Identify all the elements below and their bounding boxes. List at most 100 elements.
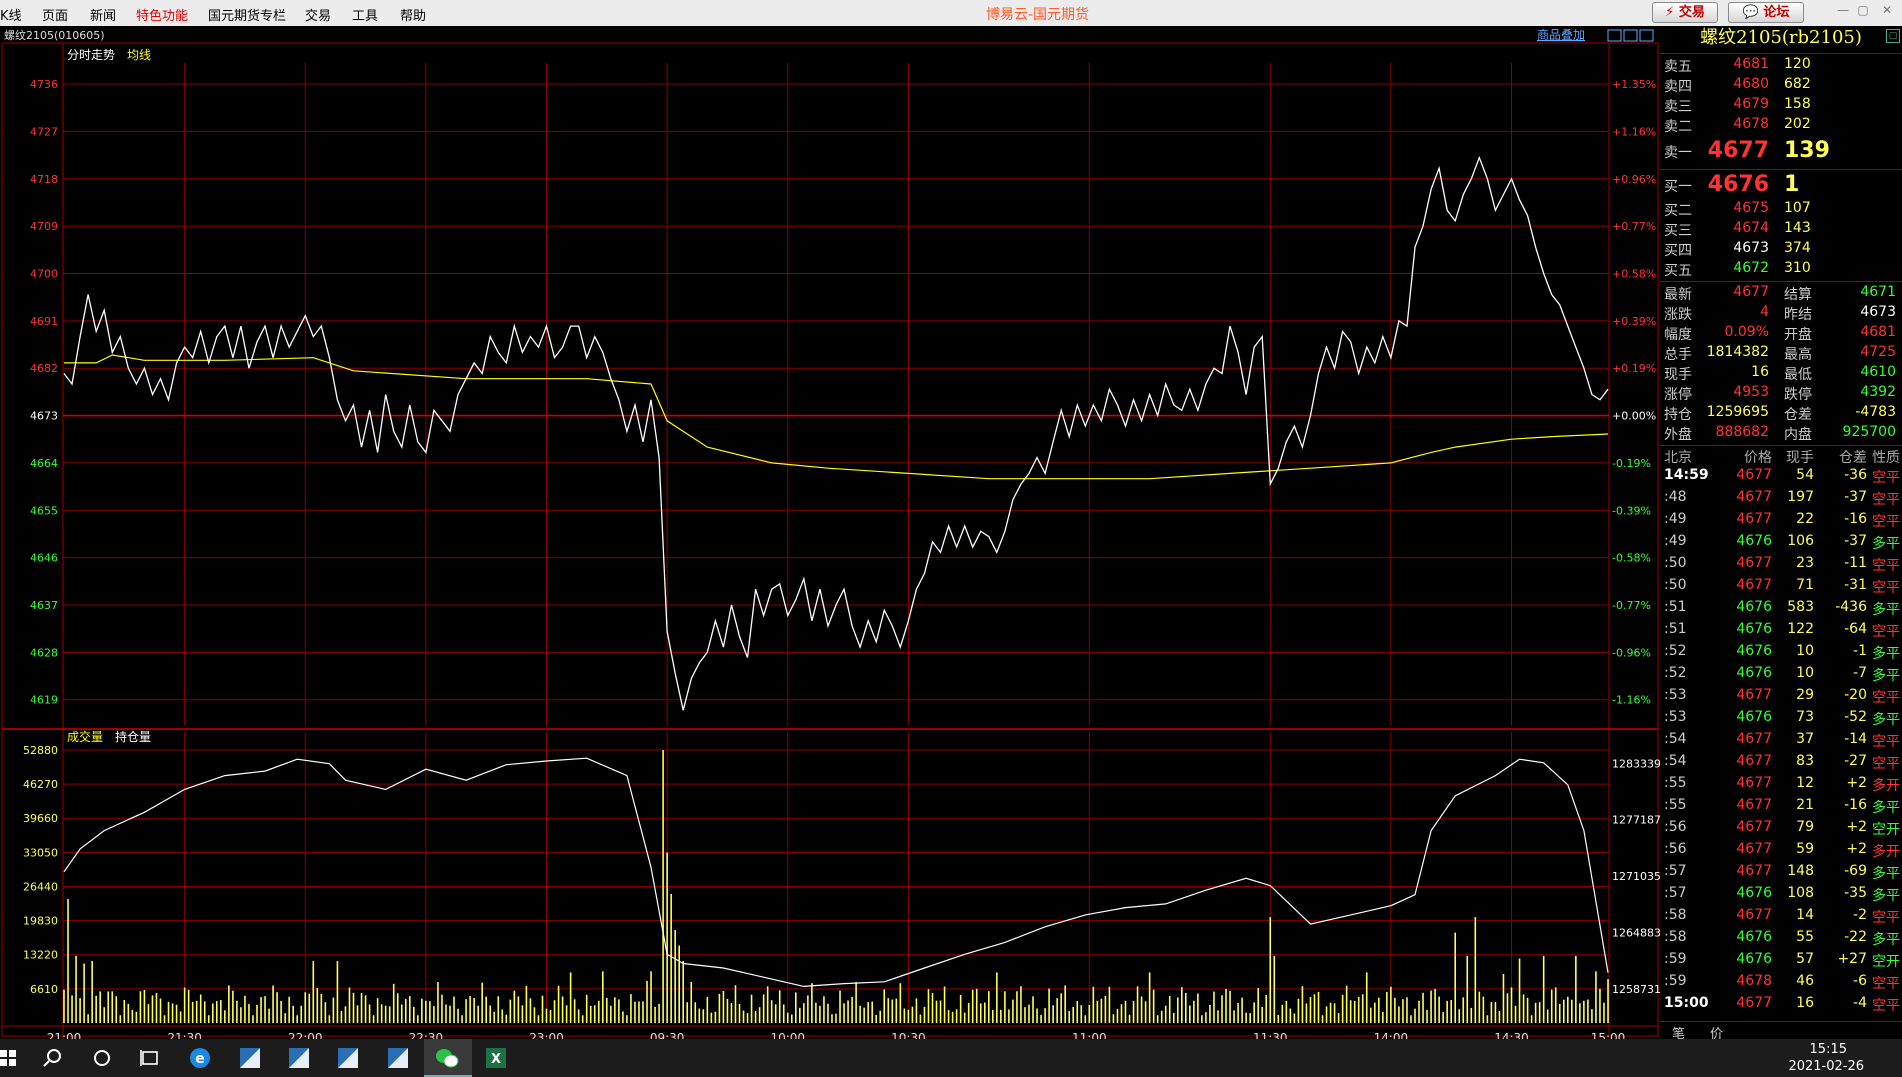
bids-vol: 1 bbox=[1784, 172, 1800, 197]
bids-row-3[interactable]: 买三 4674 143 bbox=[1660, 220, 1902, 240]
asks-row-3[interactable]: 卖三 4679 158 bbox=[1660, 96, 1902, 116]
bids-row-5[interactable]: 买五 4672 310 bbox=[1660, 260, 1902, 280]
menu-item-tools[interactable]: 工具 bbox=[352, 5, 378, 24]
tick-row[interactable]: :49 4677 22 -16 空平 bbox=[1660, 511, 1902, 533]
windows-start-icon[interactable] bbox=[0, 1046, 22, 1070]
tick-vol: 22 bbox=[1796, 511, 1814, 527]
stat-label: 最高 bbox=[1784, 347, 1812, 363]
cortana-icon[interactable] bbox=[89, 1046, 115, 1070]
app-icon-2[interactable] bbox=[286, 1046, 312, 1070]
oi-tick-label: 1277187 bbox=[1612, 814, 1660, 827]
tick-price: 4677 bbox=[1736, 687, 1772, 703]
menu-item-news[interactable]: 新闻 bbox=[90, 5, 116, 24]
price-tick-label: 4727 bbox=[30, 125, 58, 138]
tick-row[interactable]: :52 4676 10 -1 多平 bbox=[1660, 643, 1902, 665]
bids-price: 4675 bbox=[1733, 200, 1769, 216]
avg-line bbox=[64, 354, 1609, 480]
toolbar-button-icon[interactable] bbox=[1623, 29, 1638, 42]
pct-tick-label: -1.16% bbox=[1612, 694, 1651, 707]
tick-oi: -22 bbox=[1844, 929, 1867, 945]
tick-nat: 多平 bbox=[1872, 602, 1900, 618]
tick-row[interactable]: :59 4678 46 -6 空平 bbox=[1660, 973, 1902, 995]
task-view-icon[interactable] bbox=[138, 1046, 164, 1070]
tick-row[interactable]: :56 4677 59 +2 多开 bbox=[1660, 841, 1902, 863]
menu-item-kline[interactable]: K线 bbox=[0, 5, 22, 24]
menu-item-page[interactable]: 页面 bbox=[42, 5, 68, 24]
tick-row[interactable]: :50 4677 71 -31 空平 bbox=[1660, 577, 1902, 599]
tick-row[interactable]: 14:59 4677 54 -36 空平 bbox=[1660, 467, 1902, 489]
volume-tick-label: 46270 bbox=[23, 778, 58, 791]
tick-row[interactable]: :58 4676 55 -22 多平 bbox=[1660, 929, 1902, 951]
tick-nat: 空平 bbox=[1872, 998, 1900, 1014]
volume-tick-label: 39660 bbox=[23, 812, 58, 825]
tick-row[interactable]: :51 4676 122 -64 空平 bbox=[1660, 621, 1902, 643]
asks-price: 4677 bbox=[1707, 138, 1769, 163]
bids-row-2[interactable]: 买二 4675 107 bbox=[1660, 200, 1902, 220]
wechat-icon[interactable] bbox=[434, 1046, 460, 1070]
oi-tick-label: 1283339 bbox=[1612, 757, 1660, 770]
stat-row: 最新 4677 结算 4671 bbox=[1660, 284, 1902, 304]
tick-row[interactable]: :58 4677 14 -2 空平 bbox=[1660, 907, 1902, 929]
bids-row-1[interactable]: 买一 4676 1 bbox=[1660, 172, 1902, 197]
asks-row-4[interactable]: 卖二 4678 202 bbox=[1660, 116, 1902, 136]
app-icon-1[interactable] bbox=[237, 1046, 263, 1070]
trade-button[interactable]: ⚡ 交易 bbox=[1652, 2, 1718, 23]
menu-item-help[interactable]: 帮助 bbox=[400, 5, 426, 24]
asks-row-1[interactable]: 卖五 4681 120 bbox=[1660, 56, 1902, 76]
close-icon[interactable]: ✕ bbox=[1880, 3, 1894, 17]
tick-row[interactable]: :53 4677 29 -20 空平 bbox=[1660, 687, 1902, 709]
intraday-chart[interactable]: 螺纹2105(010605) 商品叠加分时走势 均线成交量 持仓量 21:00 21:30… bbox=[0, 26, 1660, 1039]
tick-row[interactable]: :49 4676 106 -37 多平 bbox=[1660, 533, 1902, 555]
price-tick-label: 4709 bbox=[30, 220, 58, 233]
x-tick-label: 10:30 bbox=[891, 1031, 926, 1039]
tick-price: 4677 bbox=[1736, 863, 1772, 879]
tick-row[interactable]: :57 4677 148 -69 多平 bbox=[1660, 863, 1902, 885]
tick-vol: 10 bbox=[1796, 643, 1814, 659]
menu-item-trade[interactable]: 交易 bbox=[305, 5, 331, 24]
tick-row[interactable]: :55 4677 21 -16 多平 bbox=[1660, 797, 1902, 819]
app-icon-3[interactable] bbox=[335, 1046, 361, 1070]
tick-nat: 空平 bbox=[1872, 492, 1900, 508]
tick-nat: 多平 bbox=[1872, 800, 1900, 816]
tick-row[interactable]: :56 4677 79 +2 空开 bbox=[1660, 819, 1902, 841]
tick-row[interactable]: :51 4676 583 -436 多平 bbox=[1660, 599, 1902, 621]
minimize-icon[interactable]: — bbox=[1836, 3, 1850, 17]
menu-item-guoyuan-column[interactable]: 国元期货专栏 bbox=[208, 5, 286, 24]
pct-tick-label: -0.58% bbox=[1612, 552, 1651, 565]
overlay-link[interactable]: 商品叠加 bbox=[1537, 27, 1585, 42]
excel-icon[interactable]: X bbox=[483, 1046, 509, 1070]
search-icon[interactable] bbox=[40, 1046, 66, 1070]
tick-row[interactable]: :50 4677 23 -11 空平 bbox=[1660, 555, 1902, 577]
tick-time: :55 bbox=[1664, 797, 1687, 813]
tick-row[interactable]: :52 4676 10 -7 多平 bbox=[1660, 665, 1902, 687]
ie-browser-icon[interactable]: e bbox=[187, 1046, 213, 1070]
pct-tick-label: +1.16% bbox=[1612, 125, 1656, 138]
stat-value: 4610 bbox=[1860, 364, 1896, 380]
price-tick-label: 4664 bbox=[30, 457, 58, 470]
x-tick-label: 15:00 bbox=[1591, 1031, 1626, 1039]
tick-nat: 空平 bbox=[1872, 580, 1900, 596]
tick-row[interactable]: :57 4676 108 -35 多平 bbox=[1660, 885, 1902, 907]
tick-row[interactable]: :54 4677 83 -27 空平 bbox=[1660, 753, 1902, 775]
tick-oi: +2 bbox=[1846, 841, 1867, 857]
panel-toggle-icon[interactable]: ▢ bbox=[1886, 29, 1900, 43]
tick-price: 4677 bbox=[1736, 489, 1772, 505]
tick-vol: 108 bbox=[1787, 885, 1814, 901]
menu-item-features[interactable]: 特色功能 bbox=[136, 5, 188, 24]
tick-row[interactable]: :55 4677 12 +2 多开 bbox=[1660, 775, 1902, 797]
tick-row[interactable]: 15:00 4677 16 -4 空平 bbox=[1660, 995, 1902, 1017]
toolbar-button-icon[interactable] bbox=[1639, 29, 1654, 42]
tick-time: :51 bbox=[1664, 621, 1687, 637]
app-icon-4[interactable] bbox=[385, 1046, 411, 1070]
asks-row-2[interactable]: 卖四 4680 682 bbox=[1660, 76, 1902, 96]
tick-row[interactable]: :54 4677 37 -14 空平 bbox=[1660, 731, 1902, 753]
tick-row[interactable]: :53 4676 73 -52 多平 bbox=[1660, 709, 1902, 731]
asks-row-5[interactable]: 卖一 4677 139 bbox=[1660, 138, 1902, 163]
toolbar-button-icon[interactable] bbox=[1607, 29, 1622, 42]
forum-button[interactable]: 💬 论坛 bbox=[1728, 2, 1804, 23]
maximize-icon[interactable]: ▢ bbox=[1856, 3, 1870, 17]
bids-row-4[interactable]: 买四 4673 374 bbox=[1660, 240, 1902, 260]
tick-row[interactable]: :59 4676 57 +27 空开 bbox=[1660, 951, 1902, 973]
chat-bubble-icon: 💬 bbox=[1742, 5, 1764, 20]
tick-row[interactable]: :48 4677 197 -37 空平 bbox=[1660, 489, 1902, 511]
